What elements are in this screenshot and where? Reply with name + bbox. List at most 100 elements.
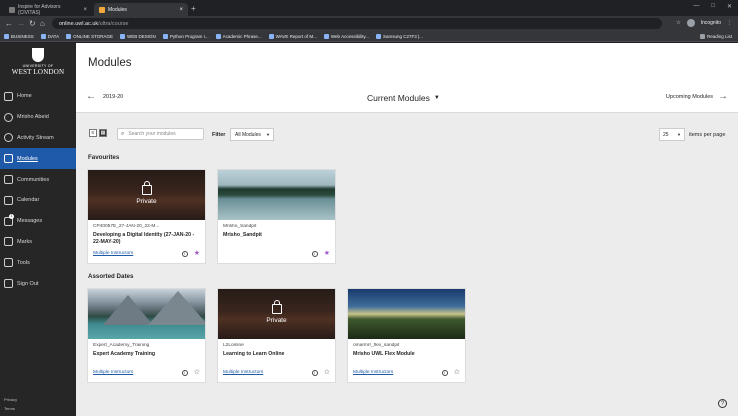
search-input[interactable]: ⌕ Search your modules [117, 128, 204, 140]
favourite-star-icon[interactable]: ★ [194, 250, 200, 257]
sidebar: UNIVERSITY OF WEST LONDON Home Mrisho Ab… [0, 43, 76, 416]
favourite-star-icon[interactable]: ☆ [454, 369, 460, 376]
bookmark-item[interactable]: Web Accessibility... [323, 33, 369, 39]
tab-favicon [99, 6, 105, 13]
bookmark-item[interactable]: ONLINE STORAGE [66, 33, 113, 39]
reload-icon[interactable]: ↻ [29, 19, 36, 28]
bookmark-item[interactable]: WAVE Report of M... [268, 33, 317, 39]
new-tab-icon[interactable]: + [191, 4, 196, 13]
module-thumbnail: Private [218, 289, 335, 339]
arrow-right-icon: → [718, 91, 728, 102]
privacy-link[interactable]: Privacy [4, 397, 17, 402]
favourite-star-icon[interactable]: ☆ [324, 369, 330, 376]
close-tab-icon[interactable]: × [179, 7, 183, 13]
bookmark-item[interactable]: DATA [40, 33, 59, 39]
window-controls: — □ ✕ [693, 3, 732, 10]
favourite-star-icon[interactable]: ★ [324, 250, 330, 257]
bookmark-item[interactable]: Academic Phrase... [215, 33, 262, 39]
bookmark-icon [120, 33, 126, 39]
module-code: omarmrr_flex_sandpit [353, 343, 400, 348]
grid-view-icon[interactable]: ▦ [99, 129, 107, 137]
browser-menu-icon[interactable]: ⋮ [727, 20, 732, 26]
sidebar-item-sign-out[interactable]: Sign Out [0, 273, 76, 294]
home-browser-icon[interactable]: ⌂ [40, 19, 45, 28]
section-heading-assorted-dates: Assorted Dates [88, 273, 134, 280]
maximize-icon[interactable]: □ [711, 3, 715, 10]
info-icon[interactable]: i [311, 369, 318, 376]
module-card[interactable]: Private L2Lonline Learning to Learn Onli… [217, 288, 336, 383]
incognito-icon[interactable] [686, 19, 695, 27]
module-name[interactable]: Expert Academy Training [93, 351, 200, 358]
help-icon[interactable]: ? [718, 399, 727, 408]
sidebar-item-profile[interactable]: Mrisho Abeid [0, 107, 76, 128]
instructors-link[interactable]: Multiple Instructors [93, 251, 133, 256]
caret-down-icon: ▼ [677, 132, 681, 137]
sidebar-item-tools[interactable]: Tools [0, 252, 76, 273]
upcoming-modules-link[interactable]: Upcoming Modules → [666, 91, 728, 102]
info-icon[interactable]: i [181, 369, 188, 376]
instructors-link[interactable]: Multiple Instructors [93, 370, 133, 375]
logo-line2: WEST LONDON [11, 68, 65, 76]
module-card[interactable]: Expert_Academy_Training Expert Academy T… [87, 288, 206, 383]
search-placeholder: Search your modules [128, 131, 176, 137]
close-tab-icon[interactable]: × [83, 7, 87, 13]
info-icon[interactable]: i [441, 369, 448, 376]
browser-tab-inspire[interactable]: Inspire for Advisors (CIVITAS) × [4, 3, 92, 16]
reading-list[interactable]: Reading List [699, 33, 732, 39]
bookmark-item[interactable]: WEB DESIGN [120, 33, 156, 39]
bookmark-star-icon[interactable]: ☆ [676, 20, 680, 26]
favourite-star-icon[interactable]: ☆ [194, 369, 200, 376]
module-thumbnail [218, 170, 335, 220]
bookmark-icon [4, 33, 9, 39]
bookmark-item[interactable]: BUSINESS [4, 33, 34, 39]
tab-title: Inspire for Advisors (CIVITAS) [17, 3, 61, 16]
bookmark-icon [162, 33, 168, 39]
module-name[interactable]: Mrisho_Sandpit [223, 232, 330, 239]
module-name[interactable]: Developing a Digital Identity (27-JAN-20… [93, 232, 200, 246]
communities-icon [4, 175, 13, 185]
url-host: online.uwl.ac.uk [59, 20, 99, 27]
sidebar-item-messages[interactable]: 1 Messages [0, 211, 76, 232]
current-modules-dropdown[interactable]: Current Modules ▼ [367, 93, 440, 103]
module-code: CP40057E_27-JAN-20_22-M... [93, 224, 160, 229]
list-view-icon[interactable]: ≡ [89, 129, 97, 137]
items-per-page-select[interactable]: 25 ▼ [659, 128, 685, 141]
bookmark-icon [268, 33, 274, 39]
terms-link[interactable]: Terms [4, 406, 15, 411]
university-logo[interactable]: UNIVERSITY OF WEST LONDON [0, 43, 76, 83]
caret-down-icon: ▼ [266, 132, 270, 137]
bookmark-item[interactable]: Samsung C27F3 |... [376, 33, 423, 39]
sidebar-item-home[interactable]: Home [0, 86, 76, 107]
current-modules-label: Current Modules [367, 93, 430, 103]
sidebar-item-activity-stream[interactable]: Activity Stream [0, 128, 76, 149]
sidebar-item-communities[interactable]: Communities [0, 169, 76, 190]
sidebar-item-calendar[interactable]: Calendar [0, 190, 76, 211]
tab-title: Modules [108, 6, 127, 13]
address-bar[interactable]: online.uwl.ac.uk/ultra/course [52, 18, 662, 29]
tools-icon [4, 258, 13, 268]
minimize-icon[interactable]: — [693, 3, 699, 10]
module-name[interactable]: Mrisho UWL Flex Module [353, 351, 460, 358]
sidebar-nav: Home Mrisho Abeid Activity Stream Module… [0, 86, 76, 294]
module-card[interactable]: Private CP40057E_27-JAN-20_22-M... Devel… [87, 169, 206, 264]
caret-down-icon: ▼ [433, 95, 440, 101]
instructors-link[interactable]: Multiple Instructors [353, 370, 393, 375]
back-icon[interactable]: ← [5, 19, 13, 28]
module-card[interactable]: omarmrr_flex_sandpit Mrisho UWL Flex Mod… [347, 288, 466, 383]
browser-tab-modules[interactable]: Modules × [94, 3, 188, 16]
sidebar-item-marks[interactable]: Marks [0, 232, 76, 253]
bookmark-item[interactable]: Python Program I... [162, 33, 209, 39]
profile-label[interactable]: Incognito [701, 20, 721, 26]
info-icon[interactable]: i [181, 250, 188, 257]
close-window-icon[interactable]: ✕ [727, 3, 732, 10]
module-code: L2Lonline [223, 343, 244, 348]
sidebar-item-modules[interactable]: Modules [0, 148, 76, 170]
previous-term-link[interactable]: ← 2019-20 [86, 92, 123, 102]
info-icon[interactable]: i [311, 250, 318, 257]
forward-icon[interactable]: → [17, 19, 25, 28]
filter-select[interactable]: All Modules ▼ [230, 128, 274, 141]
module-card[interactable]: Mrisho_Sandpit Mrisho_Sandpit i ★ [217, 169, 336, 264]
module-name[interactable]: Learning to Learn Online [223, 351, 330, 358]
url-path: /ultra/course [98, 20, 129, 27]
instructors-link[interactable]: Multiple Instructors [223, 370, 263, 375]
